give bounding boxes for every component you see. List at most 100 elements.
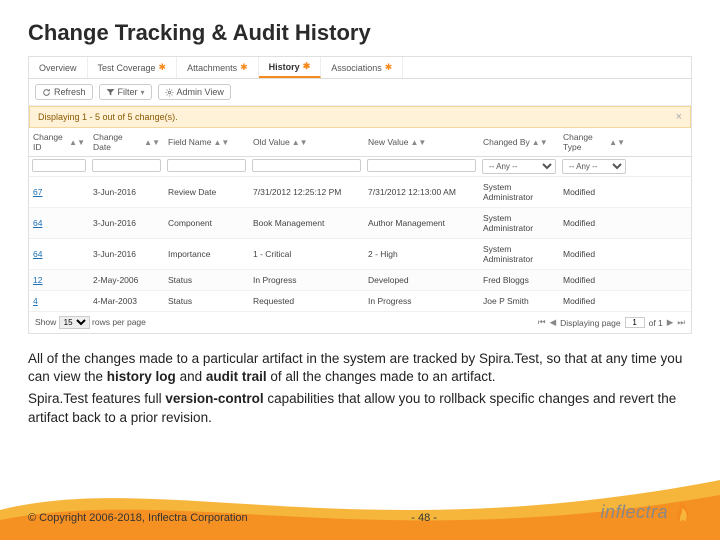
cell-value: System Administrator xyxy=(479,208,559,238)
app-panel: Overview Test Coverage✱ Attachments✱ His… xyxy=(28,56,692,334)
table-row: 643-Jun-2016ComponentBook ManagementAuth… xyxy=(29,208,691,239)
first-page-button[interactable]: ⏮ xyxy=(538,317,546,328)
table-row: 673-Jun-2016Review Date7/31/2012 12:25:1… xyxy=(29,177,691,208)
body-text: All of the changes made to a particular … xyxy=(28,350,692,427)
cell-value: Developed xyxy=(364,270,479,290)
tab-attachments[interactable]: Attachments✱ xyxy=(177,57,259,78)
button-label: Admin View xyxy=(177,87,224,97)
change-id-link[interactable]: 64 xyxy=(29,244,89,264)
button-label: Filter xyxy=(118,87,138,97)
col-label: New Value xyxy=(368,137,408,147)
col-change-date[interactable]: Change Date▲▼ xyxy=(89,128,164,156)
show-label: Show xyxy=(35,317,56,327)
sort-icon: ▲▼ xyxy=(144,138,160,147)
cell-value: In Progress xyxy=(364,291,479,311)
copyright-text: © Copyright 2006-2018, Inflectra Corpora… xyxy=(28,512,248,524)
info-banner: Displaying 1 - 5 out of 5 change(s). × xyxy=(29,106,691,128)
tab-label: Attachments xyxy=(187,63,237,73)
tab-bar: Overview Test Coverage✱ Attachments✱ His… xyxy=(29,57,691,79)
tab-test-coverage[interactable]: Test Coverage✱ xyxy=(88,57,178,78)
refresh-icon xyxy=(42,88,51,97)
filter-field-name[interactable] xyxy=(167,159,246,172)
change-id-link[interactable]: 12 xyxy=(29,270,89,290)
col-old-value[interactable]: Old Value▲▼ xyxy=(249,133,364,151)
tab-overview[interactable]: Overview xyxy=(29,57,88,78)
page-number-input[interactable] xyxy=(625,317,645,328)
col-changed-by[interactable]: Changed By▲▼ xyxy=(479,133,559,151)
pager: ⏮ ◀ Displaying page of 1 ▶ ⏭ xyxy=(538,317,685,328)
text-bold: history log xyxy=(107,369,176,384)
cell-value: Review Date xyxy=(164,182,249,202)
sort-icon: ▲▼ xyxy=(213,138,229,147)
tab-label: Test Coverage xyxy=(98,63,156,73)
filter-change-type[interactable]: -- Any -- xyxy=(562,159,626,174)
text-bold: audit trail xyxy=(206,369,267,384)
tab-associations[interactable]: Associations✱ xyxy=(321,57,403,78)
cell-value: Modified xyxy=(559,291,629,311)
close-icon[interactable]: × xyxy=(676,111,682,123)
cell-value: 4-Mar-2003 xyxy=(89,291,164,311)
cell-value: Fred Bloggs xyxy=(479,270,559,290)
cell-value: Component xyxy=(164,213,249,233)
cell-value: In Progress xyxy=(249,270,364,290)
change-id-link[interactable]: 4 xyxy=(29,291,89,311)
gear-icon xyxy=(165,88,174,97)
table-row: 44-Mar-2003StatusRequestedIn ProgressJoe… xyxy=(29,291,691,312)
col-change-type[interactable]: Change Type▲▼ xyxy=(559,128,629,156)
change-id-link[interactable]: 67 xyxy=(29,182,89,202)
col-label: Field Name xyxy=(168,137,211,147)
page-number: - 48 - xyxy=(411,512,437,524)
cell-value: Modified xyxy=(559,213,629,233)
page-size-control: Show 15 rows per page xyxy=(35,316,146,329)
next-page-button[interactable]: ▶ xyxy=(667,317,674,328)
cell-value: Author Management xyxy=(364,213,479,233)
text-span: and xyxy=(176,369,206,384)
change-grid: Change ID▲▼ Change Date▲▼ Field Name▲▼ O… xyxy=(29,128,691,333)
table-row: 643-Jun-2016Importance1 - Critical2 - Hi… xyxy=(29,239,691,270)
refresh-button[interactable]: Refresh xyxy=(35,84,93,100)
sort-icon: ▲▼ xyxy=(532,138,548,147)
cell-value: Modified xyxy=(559,270,629,290)
cell-value: Requested xyxy=(249,291,364,311)
filter-change-id[interactable] xyxy=(32,159,86,172)
sort-icon: ▲▼ xyxy=(410,138,426,147)
star-icon: ✱ xyxy=(159,62,167,73)
col-field-name[interactable]: Field Name▲▼ xyxy=(164,133,249,151)
filter-change-date[interactable] xyxy=(92,159,161,172)
rows-per-page-label: rows per page xyxy=(92,317,146,327)
admin-view-button[interactable]: Admin View xyxy=(158,84,231,100)
logo-text: inflectra xyxy=(600,502,668,523)
cell-value: 3-Jun-2016 xyxy=(89,244,164,264)
cell-value: 3-Jun-2016 xyxy=(89,182,164,202)
displaying-page-label: Displaying page xyxy=(560,318,620,328)
change-id-link[interactable]: 64 xyxy=(29,213,89,233)
cell-value: System Administrator xyxy=(479,239,559,269)
table-row: 122-May-2006StatusIn ProgressDevelopedFr… xyxy=(29,270,691,291)
col-label: Change Date xyxy=(93,132,142,152)
flame-icon xyxy=(672,500,692,524)
filter-changed-by[interactable]: -- Any -- xyxy=(482,159,556,174)
col-change-id[interactable]: Change ID▲▼ xyxy=(29,128,89,156)
cell-value: 7/31/2012 12:25:12 PM xyxy=(249,182,364,202)
filter-new-value[interactable] xyxy=(367,159,476,172)
page-size-select[interactable]: 15 xyxy=(59,316,90,329)
filter-button[interactable]: Filter ▾ xyxy=(99,84,152,100)
col-new-value[interactable]: New Value▲▼ xyxy=(364,133,479,151)
toolbar: Refresh Filter ▾ Admin View xyxy=(29,79,691,106)
grid-footer: Show 15 rows per page ⏮ ◀ Displaying pag… xyxy=(29,312,691,333)
sort-icon: ▲▼ xyxy=(292,138,308,147)
text-span: Spira.Test features full xyxy=(28,391,165,406)
grid-filter-row: -- Any -- -- Any -- xyxy=(29,157,691,177)
cell-value: Joe P Smith xyxy=(479,291,559,311)
sort-icon: ▲▼ xyxy=(609,138,625,147)
tab-history[interactable]: History✱ xyxy=(259,57,322,78)
tab-label: Overview xyxy=(39,63,77,73)
cell-value: 2-May-2006 xyxy=(89,270,164,290)
last-page-button[interactable]: ⏭ xyxy=(677,317,685,328)
text-bold: version-control xyxy=(165,391,263,406)
prev-page-button[interactable]: ◀ xyxy=(550,317,557,328)
cell-value: Book Management xyxy=(249,213,364,233)
col-label: Change Type xyxy=(563,132,607,152)
filter-old-value[interactable] xyxy=(252,159,361,172)
cell-value: 1 - Critical xyxy=(249,244,364,264)
